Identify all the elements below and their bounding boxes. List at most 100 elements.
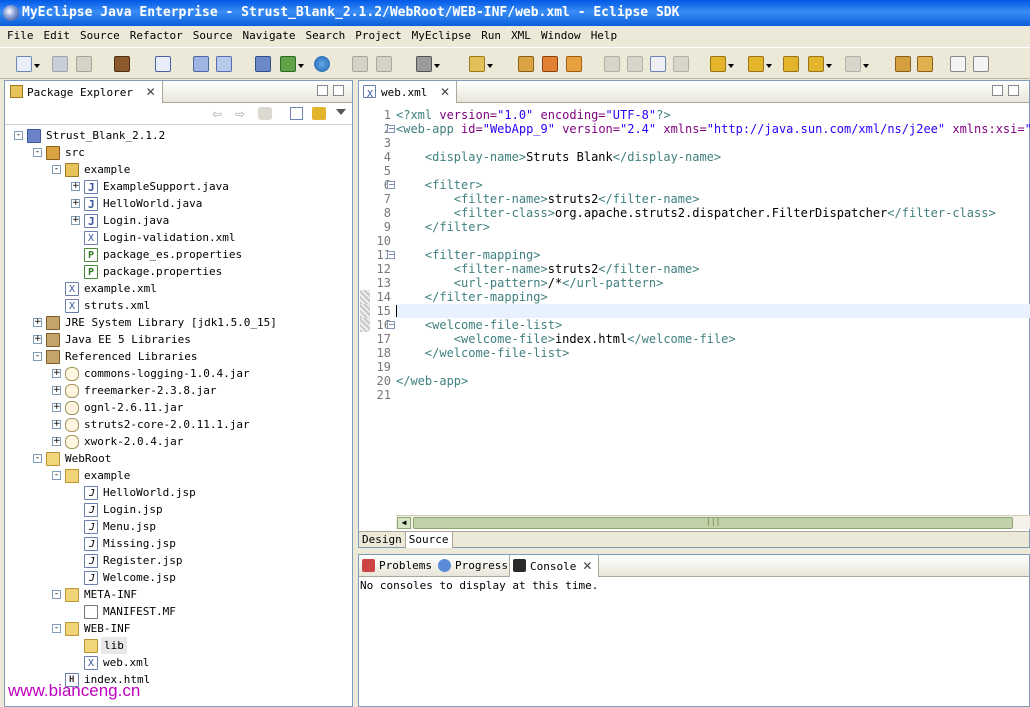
tree-item[interactable]: - example — [5, 467, 345, 484]
sync-icon[interactable] — [604, 56, 620, 72]
expand-icon[interactable]: + — [33, 335, 42, 344]
menu-source[interactable]: Source — [188, 26, 238, 46]
scrollbar-thumb[interactable]: ||| — [413, 517, 1013, 529]
tab-problems[interactable]: Problems — [359, 555, 438, 577]
tree-item[interactable]: Register.jsp — [5, 552, 345, 570]
maximize-editor-icon[interactable] — [1008, 85, 1019, 96]
collapse-all-icon[interactable] — [290, 107, 303, 120]
back-icon[interactable] — [808, 56, 832, 72]
tree-item[interactable]: Login-validation.xml — [5, 229, 345, 247]
wizard-icon[interactable] — [193, 56, 209, 72]
expand-icon[interactable]: + — [52, 403, 61, 412]
tree-item[interactable]: Menu.jsp — [5, 518, 345, 536]
scroll-left-icon[interactable]: ◀ — [397, 517, 411, 529]
menu-refactor[interactable]: Refactor — [125, 26, 188, 46]
new-icon[interactable] — [16, 56, 40, 72]
tree-item[interactable]: Missing.jsp — [5, 535, 345, 553]
tree-item[interactable]: + ognl-2.6.11.jar — [5, 399, 345, 416]
horizontal-scrollbar[interactable]: ◀ ||| — [396, 515, 1030, 529]
menu-xml[interactable]: XML — [506, 26, 536, 46]
run-server-icon[interactable] — [280, 56, 304, 72]
myeclipse-perspective-icon[interactable] — [917, 56, 933, 72]
menu-window[interactable]: Window — [536, 26, 586, 46]
tree-item[interactable]: - WEB-INF — [5, 620, 345, 637]
close-icon[interactable]: ✕ — [146, 81, 156, 103]
perspective-icon[interactable] — [895, 56, 911, 72]
back-nav-icon[interactable]: ⇦ — [212, 107, 226, 121]
next-annotation-icon[interactable] — [710, 56, 734, 72]
tab-web-xml[interactable]: web.xml ✕ — [359, 81, 458, 106]
close-icon[interactable]: ✕ — [582, 555, 592, 577]
debug-icon[interactable] — [542, 56, 558, 72]
expand-icon[interactable]: + — [52, 386, 61, 395]
minimize-view-icon[interactable] — [317, 85, 328, 96]
tree-item[interactable]: + Java EE 5 Libraries — [5, 331, 345, 348]
collapse-icon[interactable]: - — [52, 590, 61, 599]
block-icon[interactable] — [673, 56, 689, 72]
tree-item[interactable]: Login.jsp — [5, 501, 345, 519]
link-editor-icon[interactable] — [312, 107, 326, 120]
fold-collapse-icon[interactable]: − — [387, 321, 395, 329]
fold-collapse-icon[interactable]: − — [387, 181, 395, 189]
tree-item[interactable]: lib — [5, 637, 345, 654]
collapse-icon[interactable]: - — [52, 471, 61, 480]
menu-myeclipse[interactable]: MyEclipse — [407, 26, 477, 46]
tree-item[interactable]: - WebRoot — [5, 450, 345, 467]
tree-item[interactable]: - Referenced Libraries — [5, 348, 345, 365]
expand-icon[interactable]: + — [71, 216, 80, 225]
menu-file[interactable]: File — [2, 26, 39, 46]
tree-item[interactable]: example.xml — [5, 280, 345, 298]
expand-icon[interactable]: + — [71, 182, 80, 191]
fold-collapse-icon[interactable]: − — [387, 251, 395, 259]
tree-item[interactable]: MANIFEST.MF — [5, 603, 345, 620]
menu-run[interactable]: Run — [476, 26, 506, 46]
maximize-view-icon[interactable] — [333, 85, 344, 96]
save-icon[interactable] — [52, 56, 68, 72]
forward-icon[interactable] — [845, 56, 869, 72]
tree-item[interactable]: + freemarker-2.3.8.jar — [5, 382, 345, 399]
tree-item[interactable]: + JRE System Library [jdk1.5.0_15] — [5, 314, 345, 331]
menu-navigate[interactable]: Navigate — [237, 26, 300, 46]
expand-icon[interactable]: + — [52, 420, 61, 429]
collapse-icon[interactable]: - — [33, 454, 42, 463]
tree-item[interactable]: package.properties — [5, 263, 345, 281]
view-menu-icon[interactable] — [336, 109, 346, 120]
tree-item[interactable]: + Login.java — [5, 212, 345, 230]
tree-item[interactable]: Welcome.jsp — [5, 569, 345, 587]
tab-console[interactable]: Console ✕ — [509, 555, 600, 577]
collapse-icon[interactable]: - — [33, 352, 42, 361]
expand-icon[interactable]: + — [33, 318, 42, 327]
expand-icon[interactable]: + — [52, 369, 61, 378]
last-edit-icon[interactable] — [783, 56, 799, 72]
tab-package-explorer[interactable]: Package Explorer ✕ — [5, 81, 163, 103]
collapse-icon[interactable]: - — [33, 148, 42, 157]
edit-icon[interactable] — [627, 56, 643, 72]
paragraph-icon[interactable] — [650, 56, 666, 72]
collapse-icon[interactable]: - — [14, 131, 23, 140]
up-nav-icon[interactable] — [258, 107, 272, 120]
servlet-icon[interactable] — [155, 56, 171, 72]
tab-source[interactable]: Source — [405, 532, 453, 548]
menu-source[interactable]: Source — [75, 26, 125, 46]
open-folder-icon[interactable] — [566, 56, 582, 72]
tree-item[interactable]: struts.xml — [5, 297, 345, 315]
tree-item[interactable]: + ExampleSupport.java — [5, 178, 345, 196]
search-web-icon[interactable] — [216, 56, 232, 72]
tree-item[interactable]: + struts2-core-2.0.11.1.jar — [5, 416, 345, 433]
close-icon[interactable]: ✕ — [440, 81, 450, 103]
expand-icon[interactable]: + — [52, 437, 61, 446]
copy-icon[interactable] — [376, 56, 392, 72]
forward-nav-icon[interactable]: ⇨ — [235, 107, 249, 121]
new-class-icon[interactable] — [469, 56, 493, 72]
tree-item[interactable]: HelloWorld.jsp — [5, 484, 345, 502]
print-icon[interactable] — [76, 56, 92, 72]
browser-icon[interactable] — [314, 56, 330, 72]
tree-item[interactable]: + xwork-2.0.4.jar — [5, 433, 345, 450]
fold-collapse-icon[interactable]: − — [387, 125, 395, 133]
tree-item[interactable]: package_es.properties — [5, 246, 345, 264]
menu-edit[interactable]: Edit — [39, 26, 76, 46]
menu-project[interactable]: Project — [350, 26, 406, 46]
tree-item[interactable]: - src — [5, 144, 345, 161]
open-type-icon[interactable] — [518, 56, 534, 72]
tab-progress[interactable]: Progress — [435, 555, 514, 577]
